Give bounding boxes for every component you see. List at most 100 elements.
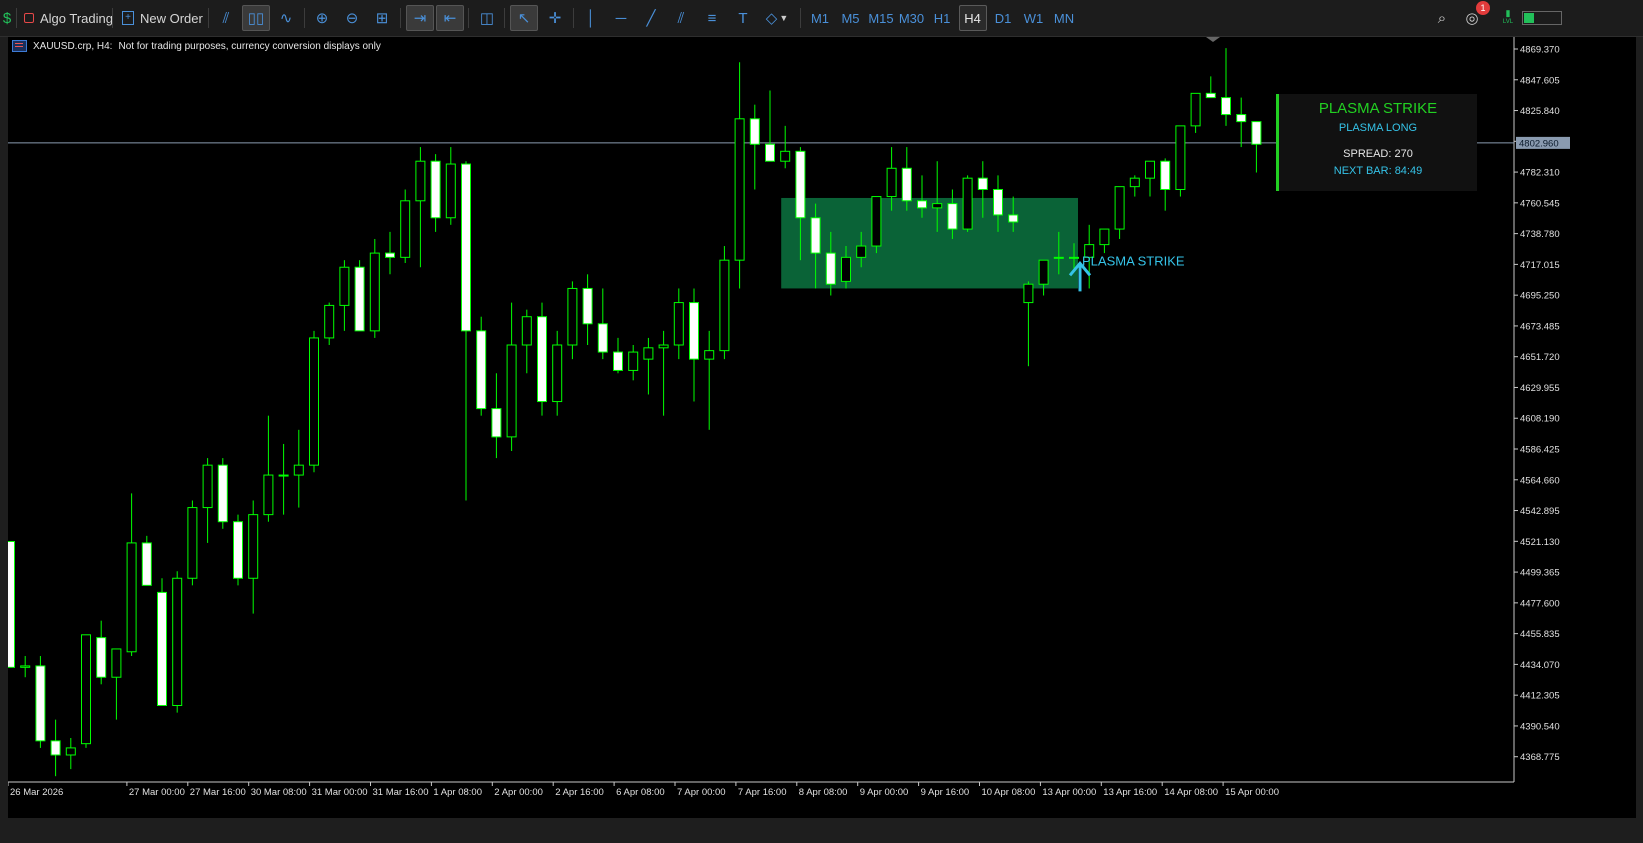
- candle-body[interactable]: [901, 167, 912, 202]
- candle-body[interactable]: [993, 188, 1003, 216]
- candle-body[interactable]: [582, 287, 593, 325]
- vertical-line-icon[interactable]: │: [577, 5, 605, 31]
- candle-body[interactable]: [537, 316, 547, 403]
- candle-body[interactable]: [385, 252, 395, 258]
- candle-body[interactable]: [886, 167, 897, 198]
- candle-body[interactable]: [871, 196, 882, 247]
- candle-body[interactable]: [1008, 214, 1019, 223]
- candle-body[interactable]: [491, 408, 502, 438]
- candle-body[interactable]: [248, 514, 259, 579]
- candle-body[interactable]: [917, 200, 927, 209]
- candle-body[interactable]: [1190, 92, 1201, 127]
- line-chart-icon[interactable]: ∿: [272, 5, 300, 31]
- candle-body[interactable]: [977, 177, 988, 190]
- candle-body[interactable]: [263, 474, 274, 516]
- timeframe-w1-button[interactable]: W1: [1020, 5, 1048, 31]
- candle-body[interactable]: [1205, 92, 1216, 99]
- candle-body[interactable]: [339, 266, 350, 306]
- candle-body[interactable]: [704, 350, 715, 360]
- candle-body[interactable]: [567, 287, 578, 346]
- candle-body[interactable]: [172, 577, 183, 706]
- candle-body[interactable]: [50, 740, 61, 756]
- candle-body[interactable]: [643, 347, 654, 360]
- candle-body[interactable]: [476, 330, 487, 410]
- shapes-menu-icon[interactable]: ◇ ▼: [759, 5, 795, 31]
- candle-body[interactable]: [141, 542, 152, 586]
- candle-body[interactable]: [1251, 121, 1262, 145]
- candle-body[interactable]: [810, 217, 821, 254]
- candle-body[interactable]: [734, 118, 745, 261]
- timeframe-m1-button[interactable]: M1: [806, 5, 834, 31]
- channel-icon[interactable]: ⫽: [667, 5, 695, 31]
- candle-body[interactable]: [354, 266, 365, 332]
- new-order-button[interactable]: + New Order: [118, 5, 207, 31]
- candle-body[interactable]: [521, 316, 532, 346]
- candle-body[interactable]: [1023, 283, 1034, 304]
- auto-scroll-icon[interactable]: ⇥: [406, 5, 434, 31]
- candle-body[interactable]: [719, 259, 730, 352]
- candle-body[interactable]: [506, 344, 517, 438]
- candle-body[interactable]: [369, 252, 380, 332]
- candle-body[interactable]: [35, 665, 46, 742]
- candle-body[interactable]: [932, 203, 943, 209]
- candle-body[interactable]: [1129, 177, 1140, 188]
- candle-body[interactable]: [628, 351, 639, 371]
- candle-body[interactable]: [96, 637, 107, 678]
- candle-body[interactable]: [947, 203, 958, 230]
- candle-body[interactable]: [658, 344, 669, 349]
- candle-body[interactable]: [445, 163, 456, 219]
- trendline-icon[interactable]: ╱: [637, 5, 665, 31]
- candle-body[interactable]: [841, 256, 851, 282]
- candle-body[interactable]: [187, 507, 198, 579]
- notifications-icon[interactable]: ◎ 1: [1458, 1, 1490, 31]
- screenshot-icon[interactable]: ◫: [473, 5, 501, 31]
- candle-body[interactable]: [126, 542, 137, 653]
- chart-window[interactable]: PLASMA STRIKE 4869.370 4847.605 4825.840 480…: [8, 37, 1636, 818]
- timeframe-m15-button[interactable]: M15: [867, 5, 895, 31]
- horizontal-line-icon[interactable]: ─: [607, 5, 635, 31]
- zoom-in-icon[interactable]: ⊕: [308, 5, 336, 31]
- candle-body[interactable]: [400, 200, 411, 258]
- zoom-out-icon[interactable]: ⊖: [338, 5, 366, 31]
- candle-body[interactable]: [1221, 97, 1231, 116]
- crosshair-icon[interactable]: ✛: [541, 5, 569, 31]
- candle-body[interactable]: [324, 304, 335, 339]
- fibonacci-icon[interactable]: ≡: [698, 5, 726, 31]
- candle-body[interactable]: [415, 160, 426, 202]
- candle-body[interactable]: [1145, 160, 1155, 179]
- candle-body[interactable]: [217, 464, 228, 523]
- candle-body[interactable]: [1236, 114, 1247, 123]
- candle-body[interactable]: [278, 474, 289, 477]
- candle-body[interactable]: [1114, 186, 1125, 230]
- tile-windows-icon[interactable]: ⊞: [368, 5, 396, 31]
- candle-body[interactable]: [20, 665, 31, 668]
- candle-body[interactable]: [613, 351, 623, 371]
- timeframe-m30-button[interactable]: M30: [898, 5, 926, 31]
- candle-body[interactable]: [309, 337, 319, 466]
- search-icon[interactable]: ⌕: [1428, 5, 1456, 31]
- candle-body[interactable]: [202, 464, 213, 509]
- timeframe-m5-button[interactable]: M5: [837, 5, 865, 31]
- candle-body[interactable]: [825, 252, 836, 285]
- candle-body[interactable]: [233, 521, 243, 579]
- candle-body[interactable]: [1069, 256, 1079, 259]
- candle-body[interactable]: [1038, 259, 1049, 285]
- candle-body[interactable]: [749, 118, 760, 145]
- algo-trading-button[interactable]: Algo Trading: [20, 5, 117, 31]
- candle-body[interactable]: [795, 150, 806, 219]
- chart-shift-icon[interactable]: ⇤: [436, 5, 464, 31]
- candle-body[interactable]: [293, 464, 304, 476]
- candle-body[interactable]: [1099, 228, 1110, 246]
- cursor-icon[interactable]: ↖: [510, 5, 538, 31]
- candle-body[interactable]: [1175, 125, 1186, 190]
- candle-body[interactable]: [765, 143, 775, 162]
- candle-body[interactable]: [780, 150, 791, 162]
- app-icon[interactable]: $: [0, 5, 14, 31]
- candle-body[interactable]: [461, 163, 471, 332]
- timeframe-mn-button[interactable]: MN: [1050, 5, 1078, 31]
- candle-body[interactable]: [430, 160, 441, 219]
- timeframe-h4-button[interactable]: H4: [958, 5, 987, 31]
- candle-body[interactable]: [81, 634, 91, 745]
- timeframe-d1-button[interactable]: D1: [989, 5, 1017, 31]
- candlestick-chart-icon[interactable]: ▯▯: [242, 5, 270, 31]
